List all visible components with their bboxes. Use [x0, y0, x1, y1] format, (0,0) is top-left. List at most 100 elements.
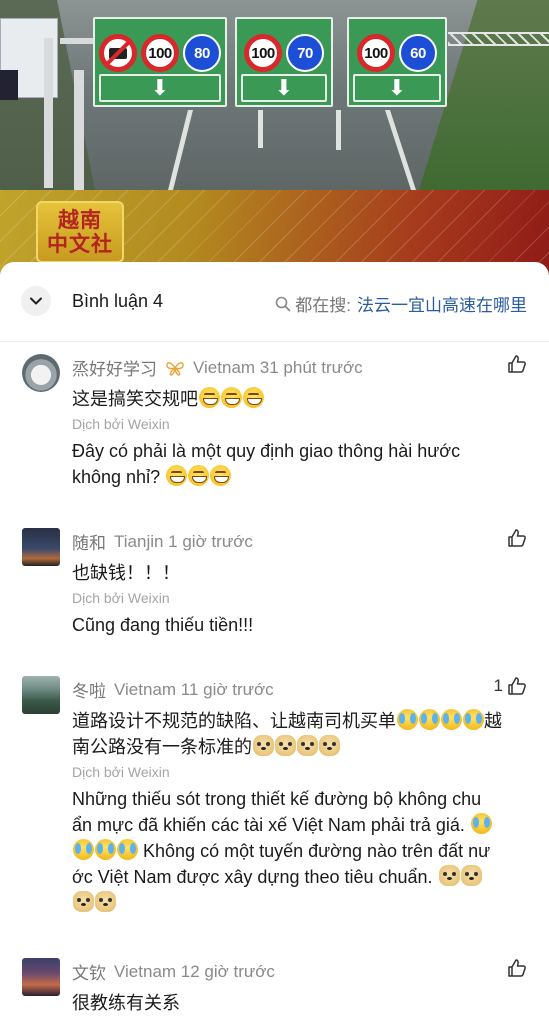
translation-text: ớc Việt Nam được xây dựng theo tiêu chuẩ… [72, 867, 433, 887]
like-count: 1 [493, 676, 503, 695]
speed-limit-min: 60 [399, 34, 437, 72]
gantry-truss [448, 32, 549, 46]
comment-item: 烝好好学习 Vietnam 31 phút trước 这是搞笑交规吧 Dịch… [0, 350, 549, 500]
speed-limit-max: 100 [141, 34, 179, 72]
like-button[interactable]: 1 [494, 676, 527, 696]
location-time: Vietnam 31 phút trước [193, 357, 363, 377]
translated-by-label: Dịch bởi Weixin [72, 764, 170, 780]
sign-pole [74, 70, 84, 190]
doge-emoji-icon [438, 865, 460, 886]
grin-emoji-icon [210, 465, 232, 486]
comment-sheet: Bình luận 4 都在搜: 法云一宜山高速在哪里 烝好好学习 Vietna… [0, 262, 549, 1024]
like-button[interactable] [507, 354, 527, 374]
grin-emoji-icon [199, 387, 220, 408]
thumbs-up-icon [508, 529, 526, 547]
username[interactable]: 烝好好学习 [72, 355, 157, 380]
translation-line: Không có một tuyến đường nào trên đất nư [72, 838, 532, 864]
speed-sign-3: 100 60 ⬇ [347, 17, 447, 107]
down-arrow-icon: ⬇ [241, 74, 327, 102]
translation-line [72, 890, 532, 916]
butterfly-badge-icon [165, 360, 185, 376]
comment-original: 很教练有关系 [72, 993, 180, 1013]
comment-item: 文钦 Vietnam 12 giờ trước 很教练有关系 [0, 954, 549, 1024]
lane-marking [258, 110, 263, 148]
location-time: Vietnam 12 giờ trước [114, 961, 275, 981]
laugh-cry-emoji-icon [73, 839, 94, 860]
translated-by-label: Dịch bởi Weixin [72, 590, 170, 606]
speed-limit-min: 70 [286, 34, 324, 72]
search-icon [275, 296, 291, 311]
speed-sign-2: 100 70 ⬇ [235, 17, 333, 107]
highway-scene: 100 80 ⬇ 100 70 ⬇ 100 60 ⬇ [0, 0, 549, 190]
thumbs-up-icon [508, 959, 526, 977]
avatar[interactable] [22, 354, 60, 392]
truck-cab [0, 70, 18, 100]
sign-pole [44, 38, 53, 188]
original-line: 南公路没有一条标准的 [72, 734, 532, 760]
like-button[interactable] [507, 528, 527, 548]
doge-emoji-icon [73, 891, 94, 912]
collapse-button[interactable] [21, 286, 51, 316]
translation-text: Không có một tuyến đường nào trên đất nư [143, 841, 491, 861]
comment-item: 随和 Tianjin 1 giờ trước 也缺钱！！！ Dịch bởi W… [0, 524, 549, 644]
translation-line: không nhỉ? [72, 464, 532, 490]
comment-original: 也缺钱！！！ [72, 563, 180, 583]
avatar[interactable] [22, 676, 60, 714]
username[interactable]: 随和 [72, 529, 106, 554]
channel-logo: 越南 中文社 [36, 201, 124, 263]
original-text: 这是搞笑交规吧 [72, 389, 198, 409]
trending-search[interactable]: 都在搜: 法云一宜山高速在哪里 [275, 291, 527, 316]
doge-emoji-icon [253, 735, 274, 756]
thumbs-up-icon [508, 355, 526, 373]
lane-marking [168, 110, 193, 190]
translation-text: không nhỉ? [72, 467, 161, 487]
down-arrow-icon: ⬇ [353, 74, 441, 102]
doge-emoji-icon [297, 735, 318, 756]
comment-translation: Đây có phải là một quy định giao thông h… [72, 438, 532, 490]
gantry-arm [60, 38, 94, 44]
grin-emoji-icon [166, 465, 188, 486]
like-button[interactable] [507, 958, 527, 978]
comment-translation: Những thiếu sót trong thiết kế đường bộ … [72, 786, 532, 916]
lane-marking [385, 110, 416, 190]
speed-sign-1: 100 80 ⬇ [93, 17, 227, 107]
username[interactable]: 冬啦 [72, 677, 106, 702]
logo-line-2: 中文社 [47, 232, 113, 256]
comment-meta: 冬啦 Vietnam 11 giờ trước [72, 677, 274, 702]
original-text: 南公路没有一条标准的 [72, 737, 252, 757]
location-time: Tianjin 1 giờ trước [114, 531, 253, 551]
grin-emoji-icon [221, 387, 242, 408]
translated-by-label: Dịch bởi Weixin [72, 416, 170, 432]
chevron-down-icon [30, 297, 42, 305]
laugh-cry-emoji-icon [419, 709, 440, 730]
search-prefix: 都在搜: [295, 296, 351, 315]
location-time: Vietnam 11 giờ trước [114, 679, 274, 699]
translation-line: ẩn mực đã khiến các tài xế Việt Nam phải… [72, 812, 532, 838]
avatar[interactable] [22, 528, 60, 566]
speed-limit-min: 80 [183, 34, 221, 72]
avatar[interactable] [22, 958, 60, 996]
search-query-link[interactable]: 法云一宜山高速在哪里 [357, 291, 527, 316]
username[interactable]: 文钦 [72, 959, 106, 984]
doge-emoji-icon [275, 735, 296, 756]
laugh-cry-emoji-icon [441, 709, 462, 730]
lane-marking [336, 110, 341, 150]
original-line: 道路设计不规范的缺陷、让越南司机买单 越 [72, 708, 532, 734]
comment-meta: 烝好好学习 Vietnam 31 phút trước [72, 355, 363, 380]
down-arrow-icon: ⬇ [99, 74, 221, 102]
laugh-cry-emoji-icon [397, 709, 418, 730]
laugh-cry-emoji-icon [470, 813, 492, 834]
comment-meta: 文钦 Vietnam 12 giờ trước [72, 959, 275, 984]
doge-emoji-icon [460, 865, 482, 886]
comment-item: 冬啦 Vietnam 11 giờ trước 1 道路设计不规范的缺陷、让越南… [0, 672, 549, 932]
video-background[interactable]: 100 80 ⬇ 100 70 ⬇ 100 60 ⬇ 越南 中文社 [0, 0, 549, 290]
grin-emoji-icon [188, 465, 210, 486]
translation-line: Những thiếu sót trong thiết kế đường bộ … [72, 789, 482, 809]
speed-limit-max: 100 [357, 34, 395, 72]
speed-limit-max: 100 [244, 34, 282, 72]
comment-original: 这是搞笑交规吧 [72, 386, 532, 412]
translation-line: Đây có phải là một quy định giao thông h… [72, 441, 461, 461]
comment-meta: 随和 Tianjin 1 giờ trước [72, 529, 253, 554]
doge-emoji-icon [319, 735, 340, 756]
laugh-cry-emoji-icon [95, 839, 116, 860]
